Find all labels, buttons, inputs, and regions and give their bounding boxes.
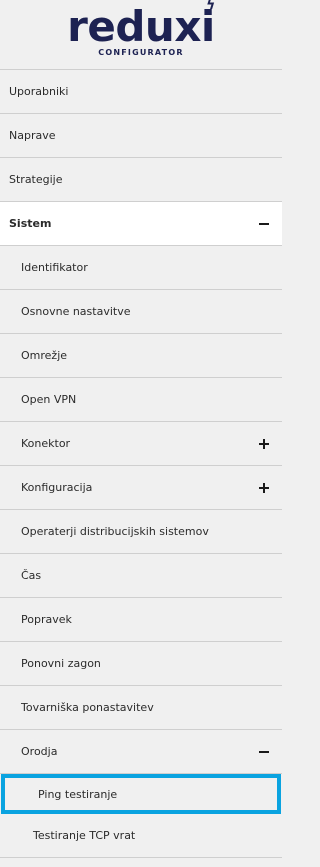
menu-item-label: Open VPN — [21, 393, 77, 406]
menu-item-label: Sistem — [9, 217, 52, 230]
menu-item-open-vpn[interactable]: Open VPN — [0, 378, 282, 422]
expand-icon[interactable] — [252, 476, 276, 500]
menu-item-label: Orodja — [21, 745, 58, 758]
logo-area: reduxi ϟ CONFIGURATOR — [0, 0, 282, 70]
menu-item-tools[interactable]: Orodja — [0, 730, 282, 774]
menu-item-label: Uporabniki — [9, 85, 69, 98]
collapse-icon[interactable] — [252, 212, 276, 236]
menu-item-connector[interactable]: Konektor — [0, 422, 282, 466]
collapse-icon[interactable] — [252, 740, 276, 764]
menu-item-dso[interactable]: Operaterji distribucijskih sistemov — [0, 510, 282, 554]
menu-item-label: Ping testiranje — [38, 787, 118, 801]
logo-word: reduxi — [67, 2, 215, 51]
menu-item-restart[interactable]: Ponovni zagon — [0, 642, 282, 686]
menu-item-configuration[interactable]: Konfiguracija — [0, 466, 282, 510]
menu-item-strategies[interactable]: Strategije — [0, 158, 282, 202]
menu-item-label: Naprave — [9, 129, 56, 142]
menu-item-label: Identifikator — [21, 261, 88, 274]
menu-item-devices[interactable]: Naprave — [0, 114, 282, 158]
menu-item-ping-test[interactable]: Ping testiranje — [1, 774, 281, 814]
expand-icon[interactable] — [252, 432, 276, 456]
menu-item-label: Ponovni zagon — [21, 657, 101, 670]
menu-item-identifier[interactable]: Identifikator — [0, 246, 282, 290]
menu-item-factory-reset[interactable]: Tovarniška ponastavitev — [0, 686, 282, 730]
menu-item-label: Osnovne nastavitve — [21, 305, 131, 318]
lightning-icon: ϟ — [206, 0, 215, 13]
menu-item-label: Konektor — [21, 437, 71, 450]
menu-item-label: Tovarniška ponastavitev — [21, 701, 154, 714]
menu-item-label: Čas — [21, 569, 42, 582]
menu-item-label: Konfiguracija — [21, 481, 93, 494]
menu-item-basic-settings[interactable]: Osnovne nastavitve — [0, 290, 282, 334]
menu-item-system[interactable]: Sistem — [0, 202, 282, 246]
menu-item-tcp-port-test[interactable]: Testiranje TCP vrat — [0, 814, 282, 858]
menu-item-network[interactable]: Omrežje — [0, 334, 282, 378]
menu-item-label: Strategije — [9, 173, 63, 186]
menu-item-fix[interactable]: Popravek — [0, 598, 282, 642]
logo: reduxi ϟ — [67, 0, 215, 48]
menu-item-label: Popravek — [21, 613, 72, 626]
menu-item-label: Omrežje — [21, 349, 68, 362]
menu-item-users[interactable]: Uporabniki — [0, 70, 282, 114]
menu-item-label: Testiranje TCP vrat — [33, 829, 136, 842]
sidebar-menu: Uporabniki Naprave Strategije Sistem Ide… — [0, 70, 282, 858]
menu-item-time[interactable]: Čas — [0, 554, 282, 598]
menu-item-label: Operaterji distribucijskih sistemov — [21, 525, 209, 538]
